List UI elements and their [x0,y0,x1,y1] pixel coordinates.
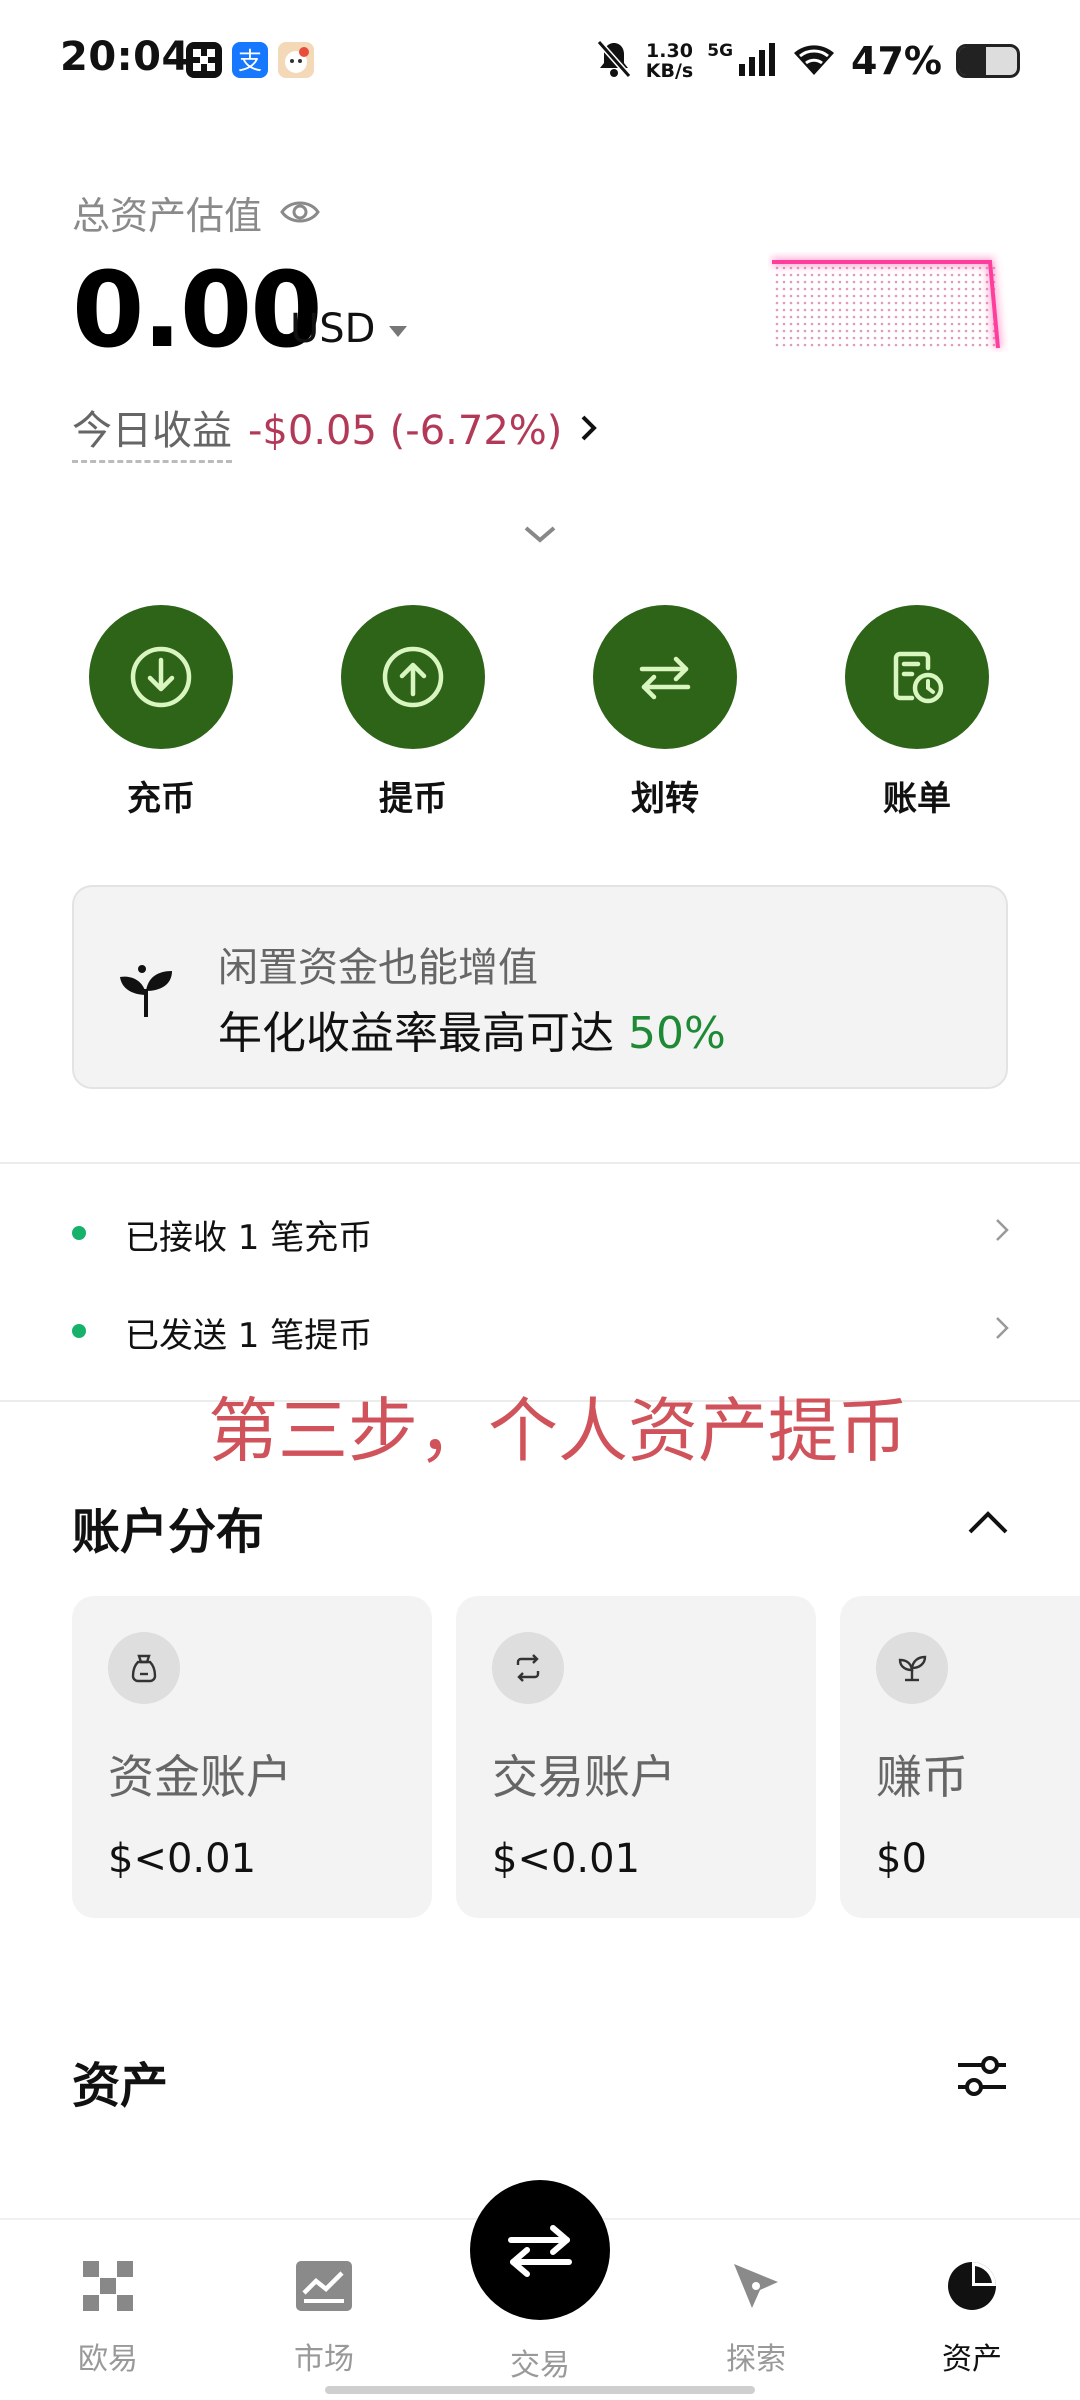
total-assets-value: 0.00 [72,249,323,371]
filter-sliders-icon[interactable] [954,2048,1010,2108]
total-assets-label: 总资产估值 [72,185,320,240]
exchange-icon [492,1632,564,1704]
bill-icon [845,605,989,749]
battery-percent: 47% [851,39,942,83]
account-card-earn[interactable]: 赚币 $0 [840,1596,1080,1918]
chevron-up-icon[interactable] [966,1508,1010,1540]
sprout-icon [876,1632,948,1704]
alipay-icon: 支 [232,42,268,78]
nav-item-market[interactable]: 市场 [244,2254,404,2378]
bill-button[interactable]: 账单 [827,605,1007,820]
promo-rate: 50% [628,1008,726,1059]
chevron-right-icon [994,1314,1010,1346]
compass-icon [676,2254,836,2318]
trade-swap-icon [508,2225,572,2277]
notice-withdraw[interactable]: 已发送 1 笔提币 [0,1286,1080,1376]
status-dot [72,1226,86,1240]
today-pnl-label: 今日收益 [72,398,232,463]
caret-down-icon [389,325,408,337]
divider [0,1162,1080,1164]
signal-icon [737,42,777,80]
wifi-icon [791,41,837,81]
tutorial-annotation: 第三步，个人资产提币 [208,1390,908,1472]
eye-icon[interactable] [280,191,320,235]
nav-item-trade-label: 交易 [510,2348,570,2383]
status-bar: 20:04 支 1.30 KB/s 5G 47% [0,0,1080,120]
notice-deposit[interactable]: 已接收 1 笔充币 [0,1188,1080,1278]
market-chart-icon [244,2254,404,2318]
today-pnl-value: -$0.05 (-6.72%) [248,407,563,454]
nav-item-okx[interactable]: 欧易 [28,2254,188,2378]
withdraw-button[interactable]: 提币 [323,605,503,820]
deposit-button[interactable]: 充币 [71,605,251,820]
nav-item-assets[interactable]: 资产 [892,2254,1052,2378]
account-card-trading[interactable]: 交易账户 $<0.01 [456,1596,816,1918]
expand-chevron-icon[interactable] [522,522,558,550]
transfer-icon [593,605,737,749]
chevron-right-icon [994,1216,1010,1248]
okx-logo-icon [28,2254,188,2318]
svg-text:支: 支 [238,47,262,75]
accounts-carousel[interactable]: 资金账户 $<0.01 交易账户 $<0.01 赚币 $0 [72,1596,1080,1918]
fund-bag-icon [108,1632,180,1704]
network-speed: 1.30 KB/s [645,40,694,82]
status-dot [72,1324,86,1338]
grid-app-icon [186,42,222,78]
mute-icon [596,39,632,83]
currency-selector[interactable]: USD [290,306,408,352]
transfer-button[interactable]: 划转 [575,605,755,820]
pnl-sparkline [772,257,1003,349]
sprout-icon [114,959,178,1027]
battery-icon [956,44,1020,78]
network-type: 5G [707,41,734,61]
earn-promo-card[interactable]: 闲置资金也能增值 年化收益率最高可达 50% [72,885,1008,1089]
assets-section-title: 资产 [72,2058,169,2114]
cartoon-app-icon [278,42,314,78]
trade-button[interactable] [470,2180,610,2320]
accounts-section-title: 账户分布 [72,1504,265,1560]
chevron-right-icon [578,408,600,454]
status-time: 20:04 [60,34,190,80]
deposit-icon [89,605,233,749]
pie-chart-icon [892,2254,1052,2318]
withdraw-icon [341,605,485,749]
home-indicator[interactable] [325,2386,755,2394]
account-card-funding[interactable]: 资金账户 $<0.01 [72,1596,432,1918]
nav-item-explore[interactable]: 探索 [676,2254,836,2378]
promo-subtitle: 闲置资金也能增值 [218,945,538,991]
promo-title: 年化收益率最高可达 50% [218,1008,726,1059]
today-pnl[interactable]: 今日收益 -$0.05 (-6.72%) [72,398,600,463]
